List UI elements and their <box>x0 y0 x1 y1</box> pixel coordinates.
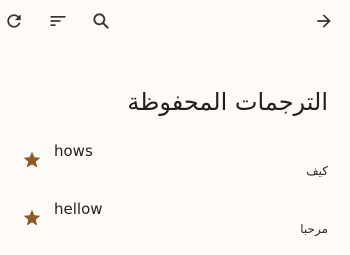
sort-icon <box>50 16 66 26</box>
search-icon <box>93 13 109 29</box>
translation-text: كيف <box>306 164 328 178</box>
star-filled-icon[interactable] <box>22 208 42 228</box>
arrow-forward-icon <box>317 14 331 28</box>
source-text: hellow <box>54 200 103 218</box>
top-app-bar <box>0 0 350 42</box>
refresh-button[interactable] <box>3 10 25 32</box>
forward-button[interactable] <box>313 10 335 32</box>
refresh-icon <box>7 14 21 28</box>
saved-translation-item[interactable]: hows كيف <box>0 138 350 196</box>
source-text: hows <box>54 142 93 160</box>
translation-text: مرحبا <box>300 222 328 236</box>
star-filled-icon[interactable] <box>22 150 42 170</box>
saved-translations-screen: الترجمات المحفوظة hows كيف hellow مرحبا <box>0 0 350 255</box>
page-title: الترجمات المحفوظة <box>127 88 328 116</box>
saved-translation-item[interactable]: hellow مرحبا <box>0 196 350 254</box>
sort-button[interactable] <box>47 10 69 32</box>
search-button[interactable] <box>90 10 112 32</box>
